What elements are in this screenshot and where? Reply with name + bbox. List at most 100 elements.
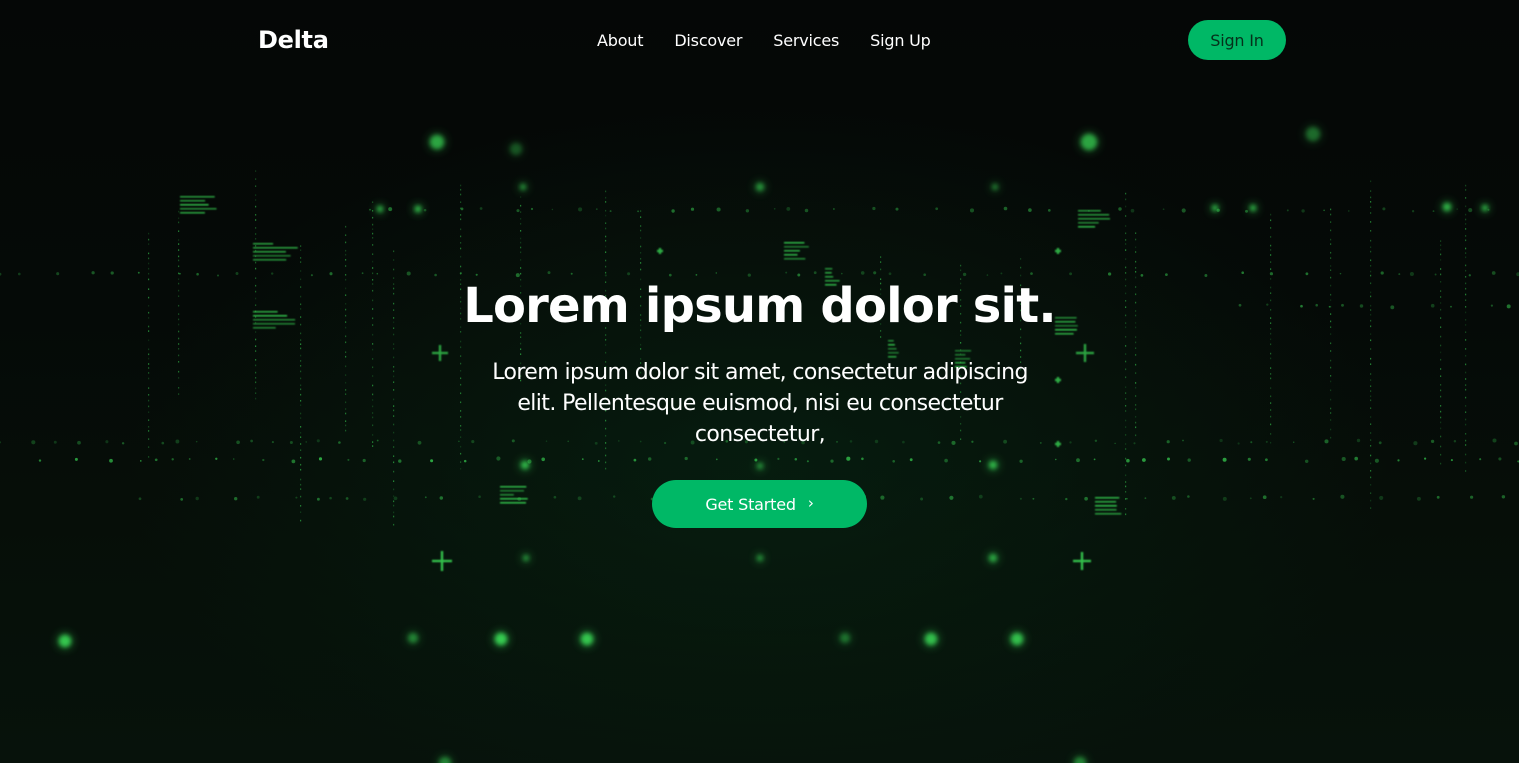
grid-dot — [786, 206, 791, 211]
column-dot — [393, 343, 395, 345]
column-dot — [1125, 405, 1127, 407]
column-dot — [1440, 405, 1442, 407]
column-dot — [393, 504, 395, 507]
grid-dot — [1003, 206, 1008, 211]
grid-dot — [647, 457, 652, 461]
column-dot — [393, 398, 395, 401]
column-dot — [640, 262, 642, 264]
code-line — [784, 242, 805, 244]
column-dot — [1125, 386, 1127, 388]
grid-dot — [872, 206, 876, 211]
column-dot — [300, 468, 302, 471]
column-dot — [300, 370, 302, 373]
column-dot — [393, 515, 395, 518]
grid-dot — [684, 456, 688, 461]
column-dot — [1370, 385, 1372, 387]
column-dot — [372, 416, 374, 419]
column-dot — [605, 467, 607, 470]
glow-dot — [430, 135, 444, 149]
grid-dot — [305, 441, 307, 443]
column-dot — [1440, 240, 1442, 242]
grid-dot — [1265, 458, 1268, 462]
column-dot — [255, 205, 257, 208]
column-dot — [393, 495, 395, 497]
column-dot — [605, 251, 607, 253]
brand-logo[interactable]: Delta — [258, 26, 329, 54]
column-dot — [178, 387, 180, 389]
nav-link-sign-up[interactable]: Sign Up — [870, 31, 931, 51]
column-dot — [520, 241, 522, 244]
glow-dot — [1011, 633, 1023, 645]
column-dot — [1465, 197, 1467, 199]
column-dot — [1370, 407, 1372, 409]
column-dot — [255, 387, 257, 390]
column-dot — [460, 461, 462, 463]
column-dot — [1125, 225, 1127, 227]
column-dot — [1270, 387, 1272, 389]
grid-dot — [424, 496, 427, 499]
column-dot — [1330, 407, 1332, 410]
grid-dot — [1222, 496, 1227, 501]
column-dot — [460, 452, 462, 455]
column-dot — [1020, 258, 1022, 260]
column-dot — [1135, 260, 1137, 263]
column-dot — [300, 449, 302, 451]
get-started-button[interactable]: Get Started › — [652, 480, 867, 528]
column-dot — [1440, 244, 1442, 247]
grid-dot — [338, 441, 341, 444]
column-dot — [345, 253, 347, 256]
grid-dot — [1019, 497, 1022, 500]
grid-dot — [1069, 441, 1072, 444]
column-dot — [255, 185, 257, 187]
column-dot — [1370, 373, 1372, 375]
column-dot — [1440, 268, 1442, 270]
grid-dot — [417, 440, 422, 445]
grid-dot — [873, 271, 877, 275]
nav-link-about[interactable]: About — [597, 31, 644, 51]
grid-dot — [195, 496, 199, 501]
column-dot — [1125, 192, 1127, 195]
column-dot — [605, 227, 607, 230]
grid-dot — [1065, 497, 1068, 501]
code-line — [1078, 218, 1110, 220]
grid-dot — [1498, 457, 1502, 461]
code-line — [253, 255, 291, 257]
glow-dot — [415, 206, 421, 212]
grid-dot — [74, 457, 78, 461]
grid-dot — [154, 458, 158, 462]
column-dot — [300, 432, 302, 434]
column-dot — [1125, 336, 1127, 338]
grid-dot — [516, 209, 520, 213]
column-dot — [1465, 388, 1467, 391]
column-dot — [300, 249, 302, 251]
column-dot — [1330, 229, 1332, 232]
column-dot — [460, 184, 462, 187]
column-dot — [1135, 246, 1137, 249]
code-line — [784, 254, 798, 256]
column-dot — [1440, 351, 1442, 354]
grid-dot — [1468, 208, 1473, 213]
grid-dot — [376, 272, 379, 275]
grid-dot — [406, 271, 411, 276]
nav-link-services[interactable]: Services — [773, 31, 839, 51]
column-dot — [345, 393, 347, 395]
column-dot — [300, 400, 302, 402]
column-dot — [1125, 448, 1127, 450]
column-dot — [960, 264, 962, 267]
column-dot — [372, 216, 374, 219]
column-dot — [1465, 433, 1467, 435]
column-dot — [1370, 499, 1372, 502]
column-dot — [1370, 348, 1372, 350]
column-dot — [1125, 243, 1127, 245]
column-dot — [1135, 251, 1137, 253]
column-dot — [520, 259, 522, 261]
column-dot — [393, 259, 395, 261]
grid-dot — [463, 459, 467, 463]
sign-in-button[interactable]: Sign In — [1188, 20, 1286, 60]
nav-link-discover[interactable]: Discover — [674, 31, 742, 51]
code-line — [1095, 505, 1117, 507]
column-dot — [1270, 261, 1272, 263]
column-dot — [178, 243, 180, 245]
glow-dot — [510, 143, 522, 155]
column-dot — [460, 242, 462, 244]
